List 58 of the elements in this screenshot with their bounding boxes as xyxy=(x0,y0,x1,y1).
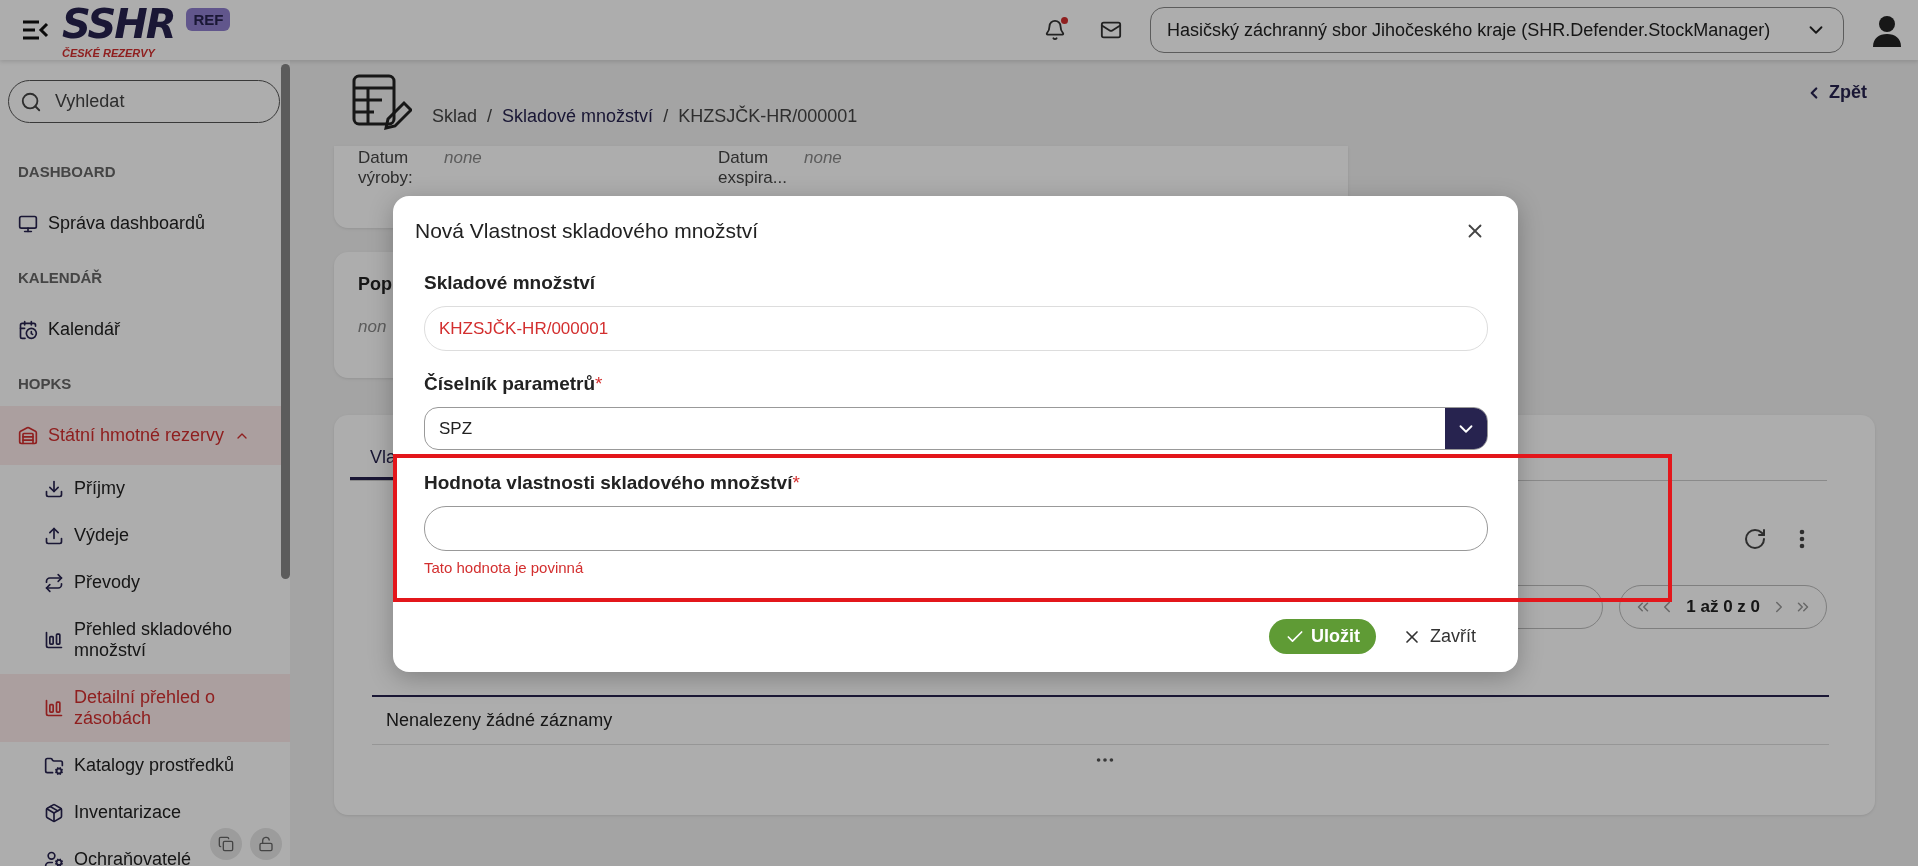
upload-icon xyxy=(44,525,64,546)
folder-gear-icon xyxy=(44,755,64,776)
copy-icon xyxy=(218,836,234,852)
section-heading: KALENDÁŘ xyxy=(17,268,104,288)
close-dialog-button[interactable]: Zavřít xyxy=(1396,619,1482,654)
field-label: Hodnota vlastnosti skladového množství* xyxy=(424,472,801,494)
breadcrumb-link[interactable]: Skladové množství xyxy=(502,105,654,127)
more-button[interactable] xyxy=(1799,529,1805,549)
copy-button[interactable] xyxy=(210,828,242,860)
bar-chart-icon xyxy=(44,698,64,718)
unlock-icon xyxy=(258,836,274,852)
scrollbar[interactable] xyxy=(281,64,290,579)
breadcrumb-separator: / xyxy=(663,105,669,127)
refresh-button[interactable] xyxy=(1743,527,1767,551)
user-avatar-icon[interactable] xyxy=(1870,13,1904,47)
description-value: non xyxy=(358,317,387,337)
logo: SSHR ČESKÉ REZERVY xyxy=(62,1,175,59)
field-label: Datum exspira... xyxy=(718,148,788,189)
organization-select[interactable]: Hasičský záchranný sbor Jihočeského kraje (SHR.Defender.StockManager) xyxy=(1150,7,1844,53)
breadcrumb-link[interactable]: KHZSJČK-HR/000001 xyxy=(678,105,858,127)
error-message: Tato hodnota je povinná xyxy=(424,559,585,576)
warehouse-icon xyxy=(18,425,38,446)
more-vertical-icon xyxy=(1799,529,1805,549)
modal-title: Nová Vlastnost skladového množství xyxy=(415,219,759,243)
select-field[interactable]: SPZ xyxy=(424,407,1488,450)
section-heading: HOPKS xyxy=(17,374,73,394)
pager-text: 1 až 0 z 0 xyxy=(1685,597,1761,617)
field-label: Skladové množství xyxy=(424,272,597,294)
section-heading: DASHBOARD xyxy=(17,162,117,182)
back-link[interactable]: Zpět xyxy=(1805,82,1867,103)
field-label: Datum výroby: xyxy=(358,148,414,189)
search-icon xyxy=(20,91,42,113)
bar-chart-icon xyxy=(44,630,64,650)
unlock-button[interactable] xyxy=(250,828,282,860)
refresh-icon xyxy=(1743,527,1767,551)
environment-badge: REF xyxy=(186,8,231,31)
field-label: Číselník parametrů* xyxy=(424,373,604,395)
input-field[interactable] xyxy=(424,506,1488,551)
package-icon xyxy=(44,802,64,823)
mail-icon xyxy=(1100,19,1122,41)
sidebar-item[interactable]: Katalogy prostředků xyxy=(0,742,290,789)
input-field[interactable]: KHZSJČK-HR/000001 xyxy=(424,306,1488,351)
repeat-icon xyxy=(44,572,64,593)
monitor-icon xyxy=(18,213,38,234)
search-field[interactable]: Vyhledat xyxy=(8,80,280,123)
field-value: none xyxy=(444,148,482,169)
bell-icon xyxy=(1044,19,1066,41)
field-value: none xyxy=(804,148,842,169)
download-icon xyxy=(44,478,64,499)
calendar-icon xyxy=(18,319,38,340)
empty-message: Nenalezeny žádné záznamy xyxy=(372,697,1829,745)
sidebar-item[interactable]: Přehled skladového množství xyxy=(0,606,290,674)
menu-icon xyxy=(21,19,49,41)
card-title: Pop xyxy=(358,274,392,295)
breadcrumb-link[interactable]: Sklad xyxy=(432,105,478,127)
dropdown-button[interactable] xyxy=(1445,408,1487,449)
breadcrumb-separator: / xyxy=(487,105,493,127)
person-gear-icon xyxy=(44,849,64,866)
